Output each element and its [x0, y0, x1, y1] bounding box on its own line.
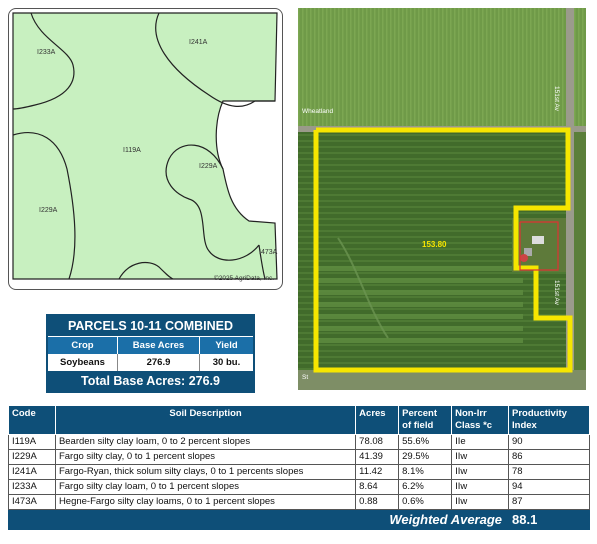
header-percent: Percent of field — [398, 405, 453, 435]
road-label-south: St — [302, 374, 309, 381]
cell-description: Hegne-Fargo silty clay loams, 0 to 1 per… — [54, 494, 357, 510]
soil-label-i229a-left: I229A — [39, 207, 58, 214]
cell-class: IIw — [451, 479, 510, 495]
cell-class: IIw — [451, 449, 510, 465]
road-label-151st-top: 151st Av — [553, 86, 560, 111]
cell-percent: 0.6% — [398, 494, 453, 510]
soil-label-i229a-right: I229A — [199, 163, 218, 170]
table-row: I233A Fargo silty clay loam, 0 to 1 perc… — [8, 479, 590, 495]
total-value: 276.9 — [188, 374, 220, 388]
soil-table-header: Code Soil Description Acres Percent of f… — [8, 405, 590, 435]
road-label-151st-bottom: 151st Av — [553, 280, 560, 305]
parcel-acres-label: 153.80 — [422, 240, 447, 249]
soil-map: I233A I241A I119A I229A I229A I473A ©202… — [8, 8, 283, 290]
parcels-row: Soybeans 276.9 30 bu. — [48, 354, 253, 371]
aerial-drawing — [298, 8, 586, 390]
table-row: I473A Hegne-Fargo silty clay loams, 0 to… — [8, 494, 590, 510]
header-base-acres: Base Acres — [118, 337, 200, 354]
weighted-average-label: Weighted Average — [7, 509, 510, 530]
road-label-wheatland: Wheatland — [302, 108, 334, 115]
parcels-header-row: Crop Base Acres Yield — [48, 336, 253, 354]
farm-marker — [520, 254, 528, 262]
cell-acres: 0.88 — [355, 494, 400, 510]
cell-class: IIw — [451, 464, 510, 480]
cell-code: I241A — [8, 464, 56, 480]
road-south — [298, 370, 586, 390]
header-class: Non-Irr Class *c — [451, 405, 510, 435]
table-row: I229A Fargo silty clay, 0 to 1 percent s… — [8, 449, 590, 465]
header-yield: Yield — [215, 340, 238, 351]
weighted-average-value: 88.1 — [508, 509, 590, 530]
soil-label-i473a: I473A — [259, 249, 278, 256]
cell-acres: 41.39 — [355, 449, 400, 465]
copyright-text: ©2025 AgriData, Inc. — [213, 275, 274, 282]
soil-label-i119a: I119A — [123, 147, 141, 154]
total-label: Total Base Acres: — [81, 374, 186, 388]
cell-base-acres: 276.9 — [118, 354, 200, 371]
cell-code: I119A — [8, 434, 56, 450]
parcels-table: PARCELS 10-11 COMBINED Crop Base Acres Y… — [46, 314, 255, 393]
weighted-average-row: Weighted Average 88.1 — [7, 509, 590, 530]
cell-yield: 30 bu. — [212, 357, 241, 368]
cell-acres: 11.42 — [355, 464, 400, 480]
farm-building — [532, 236, 544, 244]
soil-label-i233a: I233A — [37, 49, 56, 56]
header-productivity: Productivity Index — [508, 405, 590, 435]
table-row: I119A Bearden silty clay loam, 0 to 2 pe… — [8, 434, 590, 450]
soil-label-i241a: I241A — [189, 39, 208, 46]
header-crop: Crop — [48, 337, 118, 354]
cell-percent: 29.5% — [398, 449, 453, 465]
cell-productivity: 86 — [508, 449, 590, 465]
cell-description: Fargo silty clay, 0 to 1 percent slopes — [54, 449, 357, 465]
cell-description: Fargo silty clay loam, 0 to 1 percent sl… — [54, 479, 357, 495]
cell-code: I233A — [8, 479, 56, 495]
cell-productivity: 94 — [508, 479, 590, 495]
cell-productivity: 87 — [508, 494, 590, 510]
header-acres: Acres — [355, 405, 400, 435]
cell-description: Bearden silty clay loam, 0 to 2 percent … — [54, 434, 357, 450]
parcels-total: Total Base Acres: 276.9 — [48, 371, 253, 391]
parcels-title: PARCELS 10-11 COMBINED — [48, 316, 253, 336]
cell-acres: 78.08 — [355, 434, 400, 450]
cell-description: Fargo-Ryan, thick solum silty clays, 0 t… — [54, 464, 357, 480]
header-description: Soil Description — [54, 405, 357, 435]
table-row: I241A Fargo-Ryan, thick solum silty clay… — [8, 464, 590, 480]
cell-percent: 8.1% — [398, 464, 453, 480]
cell-percent: 55.6% — [398, 434, 453, 450]
cell-code: I473A — [8, 494, 56, 510]
north-field — [298, 8, 586, 130]
cell-productivity: 78 — [508, 464, 590, 480]
cell-code: I229A — [8, 449, 56, 465]
cell-percent: 6.2% — [398, 479, 453, 495]
cell-class: IIe — [451, 434, 510, 450]
cell-acres: 8.64 — [355, 479, 400, 495]
cell-crop: Soybeans — [48, 354, 118, 371]
soil-table: Code Soil Description Acres Percent of f… — [7, 405, 590, 530]
header-code: Code — [8, 405, 56, 435]
cell-productivity: 90 — [508, 434, 590, 450]
aerial-photo: Wheatland 151st Av 151st Av St 153.80 — [298, 8, 586, 390]
cell-class: IIw — [451, 494, 510, 510]
